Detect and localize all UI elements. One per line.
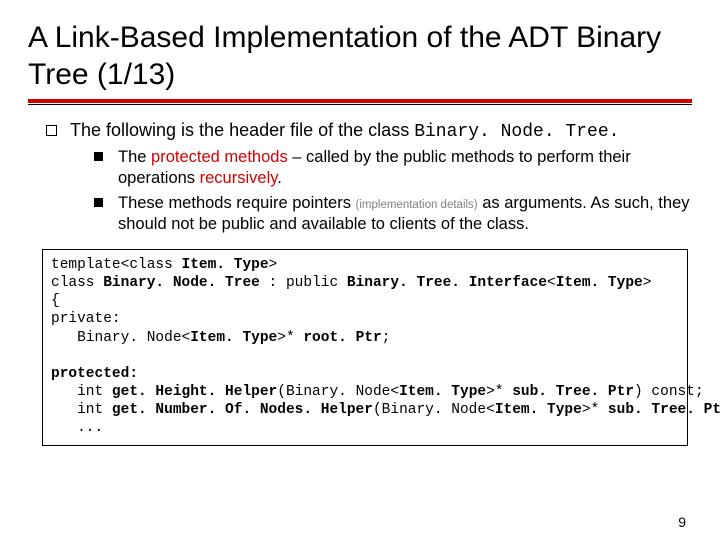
code-text: >* [582, 402, 608, 418]
code-text: < [547, 275, 556, 291]
code-block: template<class Item. Type> class Binary.… [42, 249, 688, 446]
code-bold: get. Height. Helper [112, 384, 277, 400]
muted-note: (implementation details) [356, 199, 478, 211]
bullet-list-level2: The protected methods – called by the pu… [94, 147, 692, 235]
list-item: These methods require pointers (implemen… [94, 193, 692, 235]
code-text: int [51, 384, 112, 400]
code-text: template<class [51, 257, 182, 273]
code-text: >* [486, 384, 512, 400]
code-text: ; [382, 330, 391, 346]
list-item: The protected methods – called by the pu… [94, 147, 692, 189]
code-text: > [643, 275, 652, 291]
highlight-red: recursively [200, 169, 278, 187]
text: . [277, 169, 282, 187]
code-text: Binary. Node< [51, 330, 190, 346]
code-text: >* [277, 330, 303, 346]
text: The [118, 148, 151, 166]
page-title: A Link-Based Implementation of the ADT B… [28, 20, 692, 93]
code-bold: sub. Tree. Ptr [512, 384, 634, 400]
class-name-inline: Binary. Node. Tree. [414, 122, 619, 142]
title-divider [28, 99, 692, 105]
code-bold: Binary. Tree. Interface [347, 275, 547, 291]
code-text: private: [51, 311, 121, 327]
code-bold: Item. Type [182, 257, 269, 273]
code-text: class [51, 275, 103, 291]
code-text: int [51, 402, 112, 418]
code-text: (Binary. Node< [373, 402, 495, 418]
code-text: ... [51, 420, 103, 436]
code-bold: Binary. Node. Tree [103, 275, 260, 291]
code-bold: Item. Type [399, 384, 486, 400]
list-item: The following is the header file of the … [46, 119, 692, 235]
code-bold: get. Number. Of. Nodes. Helper [112, 402, 373, 418]
code-bold: protected: [51, 366, 138, 382]
page-number: 9 [678, 514, 686, 530]
code-bold: Item. Type [190, 330, 277, 346]
code-text: > [269, 257, 278, 273]
code-text: : public [260, 275, 347, 291]
code-bold: Item. Type [556, 275, 643, 291]
code-text: { [51, 293, 60, 309]
code-text: ) const; [634, 384, 704, 400]
text: These methods require pointers [118, 194, 356, 212]
bullet-list-level1: The following is the header file of the … [46, 119, 692, 235]
code-text: (Binary. Node< [277, 384, 399, 400]
text: The following is the header file of the … [70, 120, 409, 140]
highlight-red: protected methods [151, 148, 288, 166]
code-bold: Item. Type [495, 402, 582, 418]
code-bold: sub. Tree. Ptr [608, 402, 720, 418]
code-bold: root. Ptr [303, 330, 381, 346]
